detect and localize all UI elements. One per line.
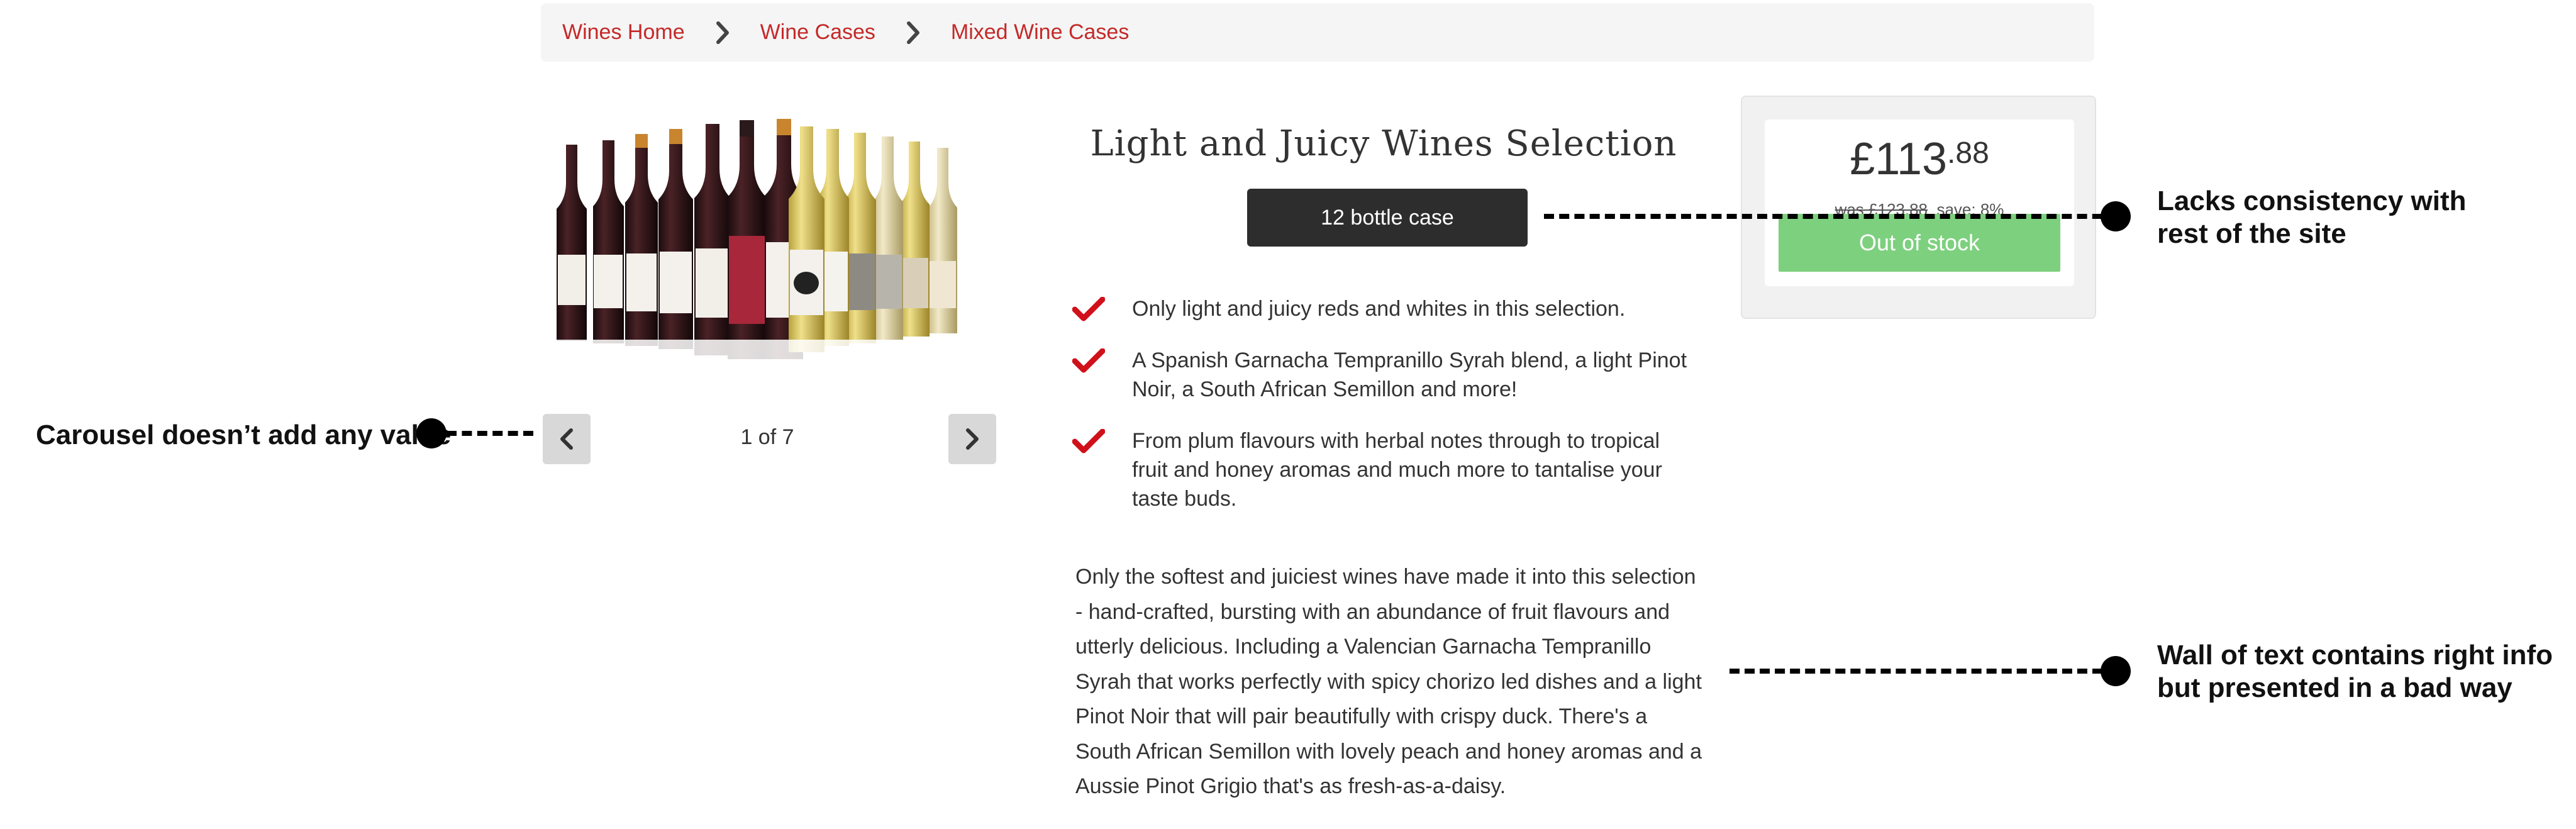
breadcrumb-wines-home[interactable]: Wines Home (562, 20, 685, 45)
price-box: £113.88 was £123.88 save: 8% Out of stoc… (1765, 120, 2074, 286)
checkmark-icon (1072, 429, 1105, 453)
feature-item: From plum flavours with herbal notes thr… (1072, 426, 1701, 513)
annotation-consistency-line2: rest of the site (2157, 218, 2346, 249)
annotation-wall-line1: Wall of text contains right info (2157, 640, 2553, 670)
feature-list: Only light and juicy reds and whites in … (1072, 294, 1701, 536)
chevron-right-icon (685, 21, 760, 45)
breadcrumb-wine-cases[interactable]: Wine Cases (760, 20, 875, 45)
chevron-right-icon (875, 21, 951, 45)
product-description: Only the softest and juiciest wines have… (1075, 565, 1702, 798)
carousel-next-button[interactable] (948, 414, 996, 464)
annotation-wall-line2: but presented in a bad way (2157, 672, 2512, 703)
chevron-left-icon (560, 428, 573, 450)
annotation-consistency: Lacks consistency with rest of the site (2157, 185, 2467, 250)
price-fraction: .88 (1947, 136, 1989, 170)
case-option-button[interactable]: 12 bottle case (1247, 189, 1528, 247)
annotation-leader-line (1544, 214, 2118, 219)
feature-item: Only light and juicy reds and whites in … (1072, 294, 1701, 323)
annotation-leader-line (447, 431, 533, 436)
annotation-carousel: Carousel doesn’t add any value (36, 420, 452, 450)
carousel-prev-button[interactable] (543, 414, 591, 464)
carousel-counter: 1 of 7 (740, 425, 794, 449)
chevron-right-icon (966, 428, 979, 450)
price: £113.88 (1765, 133, 2074, 185)
annotation-wall-of-text: Wall of text contains right info but pre… (2157, 639, 2553, 704)
out-of-stock-button[interactable]: Out of stock (1779, 214, 2060, 272)
price-panel: £113.88 was £123.88 save: 8% Out of stoc… (1741, 96, 2096, 319)
annotation-consistency-line1: Lacks consistency with (2157, 186, 2467, 216)
product-image (553, 116, 994, 365)
feature-text: Only light and juicy reds and whites in … (1132, 297, 1626, 321)
price-currency: £ (1850, 134, 1875, 184)
feature-text: From plum flavours with herbal notes thr… (1132, 429, 1662, 511)
annotation-leader-line (1729, 669, 2118, 674)
feature-text: A Spanish Garnacha Tempranillo Syrah ble… (1132, 348, 1687, 401)
product-title: Light and Juicy Wines Selection (1090, 123, 1677, 164)
annotation-marker (416, 418, 447, 448)
annotation-marker (2101, 656, 2131, 686)
feature-item: A Spanish Garnacha Tempranillo Syrah ble… (1072, 346, 1701, 404)
breadcrumb: Wines Home Wine Cases Mixed Wine Cases (541, 3, 2094, 62)
price-whole: 113 (1875, 134, 1948, 184)
checkmark-icon (1072, 348, 1105, 373)
checkmark-icon (1072, 297, 1105, 321)
breadcrumb-mixed-wine-cases[interactable]: Mixed Wine Cases (951, 20, 1129, 45)
annotation-marker (2101, 201, 2131, 231)
